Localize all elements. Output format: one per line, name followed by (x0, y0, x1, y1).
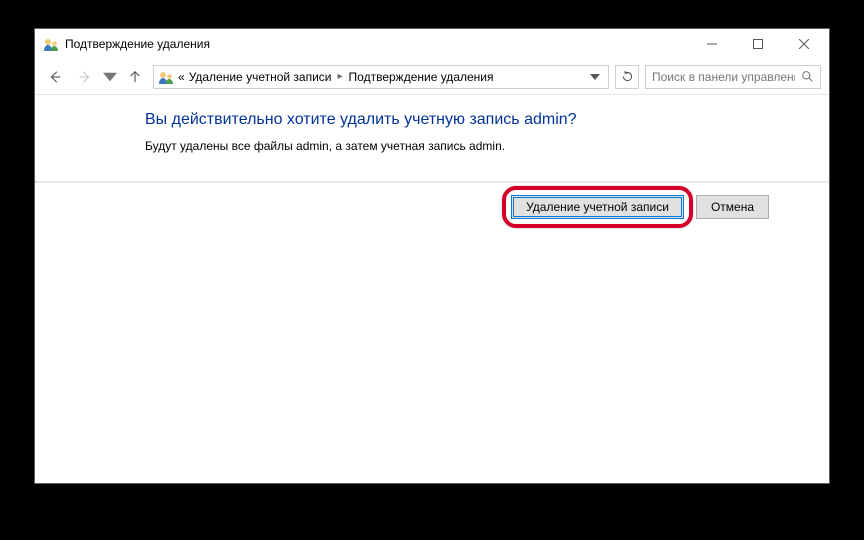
user-accounts-icon (158, 69, 174, 85)
confirmation-description: Будут удалены все файлы admin, а затем у… (145, 139, 805, 153)
titlebar: Подтверждение удаления (35, 29, 829, 59)
cancel-button[interactable]: Отмена (696, 195, 769, 219)
address-dropdown-button[interactable] (586, 72, 604, 82)
user-accounts-icon (43, 36, 59, 52)
delete-account-button[interactable]: Удаление учетной записи (511, 195, 684, 219)
close-button[interactable] (781, 29, 827, 59)
breadcrumb-segment[interactable]: Удаление учетной записи (189, 70, 332, 84)
back-button[interactable] (43, 65, 67, 89)
confirmation-heading: Вы действительно хотите удалить учетную … (145, 111, 805, 129)
window-title: Подтверждение удаления (65, 37, 210, 51)
address-bar[interactable]: « Удаление учетной записи ▸ Подтверждени… (153, 65, 609, 89)
search-box[interactable]: Поиск в панели управления (645, 65, 821, 89)
forward-button[interactable] (73, 65, 97, 89)
maximize-button[interactable] (735, 29, 781, 59)
breadcrumb-segment[interactable]: Подтверждение удаления (349, 70, 494, 84)
search-icon (801, 70, 814, 83)
recent-locations-button[interactable] (103, 65, 117, 89)
content-area: Вы действительно хотите удалить учетную … (35, 95, 829, 483)
control-panel-window: Подтверждение удаления (34, 28, 830, 484)
minimize-button[interactable] (689, 29, 735, 59)
action-bar: Удаление учетной записи Отмена (35, 183, 829, 219)
chevron-right-icon: ▸ (336, 71, 345, 82)
refresh-button[interactable] (615, 65, 639, 89)
up-button[interactable] (123, 65, 147, 89)
navigation-bar: « Удаление учетной записи ▸ Подтверждени… (35, 59, 829, 95)
search-placeholder: Поиск в панели управления (652, 70, 795, 84)
breadcrumb-chevrons[interactable]: « (178, 70, 185, 84)
